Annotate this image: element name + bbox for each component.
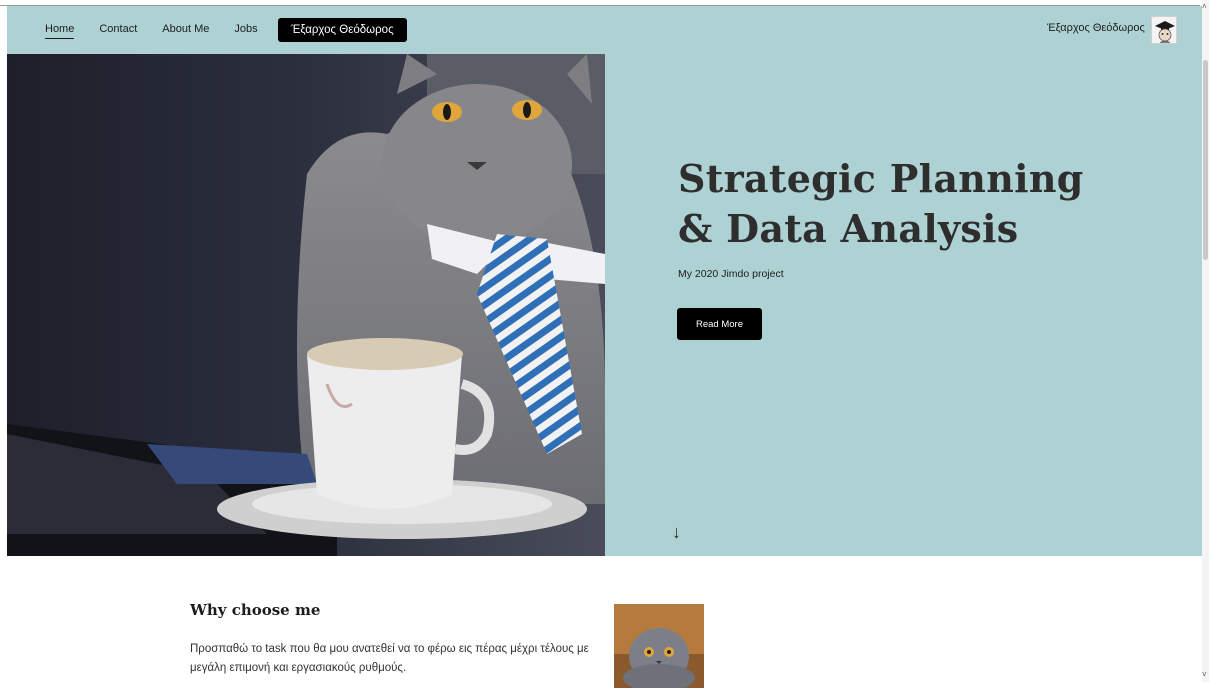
section-text-line: μεγάλη επιμονή και εργασιακούς ρυθμούς. [190, 662, 407, 674]
page: Home Contact About Me Jobs Έξαρχος Θεόδω… [7, 6, 1202, 688]
section-title: Why choose me [190, 601, 321, 619]
site-header: Home Contact About Me Jobs Έξαρχος Θεόδω… [7, 6, 1202, 54]
hero-section: Strategic Planning & Data Analysis My 20… [7, 54, 1202, 556]
nav-about-me[interactable]: About Me [162, 22, 209, 39]
nav-contact[interactable]: Contact [99, 22, 137, 39]
scrollbar-thumb[interactable] [1203, 60, 1208, 260]
nav-home[interactable]: Home [45, 22, 75, 39]
read-more-button[interactable]: Read More [677, 308, 762, 340]
hero-subtitle: My 2020 Jimdo project [678, 268, 784, 280]
graduate-avatar-icon[interactable] [1151, 16, 1177, 44]
scroll-down-arrow-icon[interactable]: ˅ [1202, 670, 1207, 679]
section-text-line: Προσπαθώ το task που θα μου ανατεθεί να … [190, 643, 589, 655]
cat-thumbnail-photo [614, 604, 704, 688]
main-nav: Home Contact About Me Jobs [45, 22, 283, 39]
scroll-up-arrow-icon[interactable]: ˄ [1202, 2, 1207, 11]
section-text: Προσπαθώ το task που θα μου ανατεθεί να … [190, 640, 610, 678]
scroll-down-icon[interactable]: ↓ [672, 522, 681, 543]
cat-in-tie-photo [7, 54, 605, 556]
brand-button[interactable]: Έξαρχος Θεόδωρος [278, 18, 407, 42]
user-name[interactable]: Έξαρχος Θεόδωρος [1047, 22, 1145, 34]
nav-jobs[interactable]: Jobs [234, 22, 257, 39]
hero-title: Strategic Planning & Data Analysis [678, 156, 1084, 251]
